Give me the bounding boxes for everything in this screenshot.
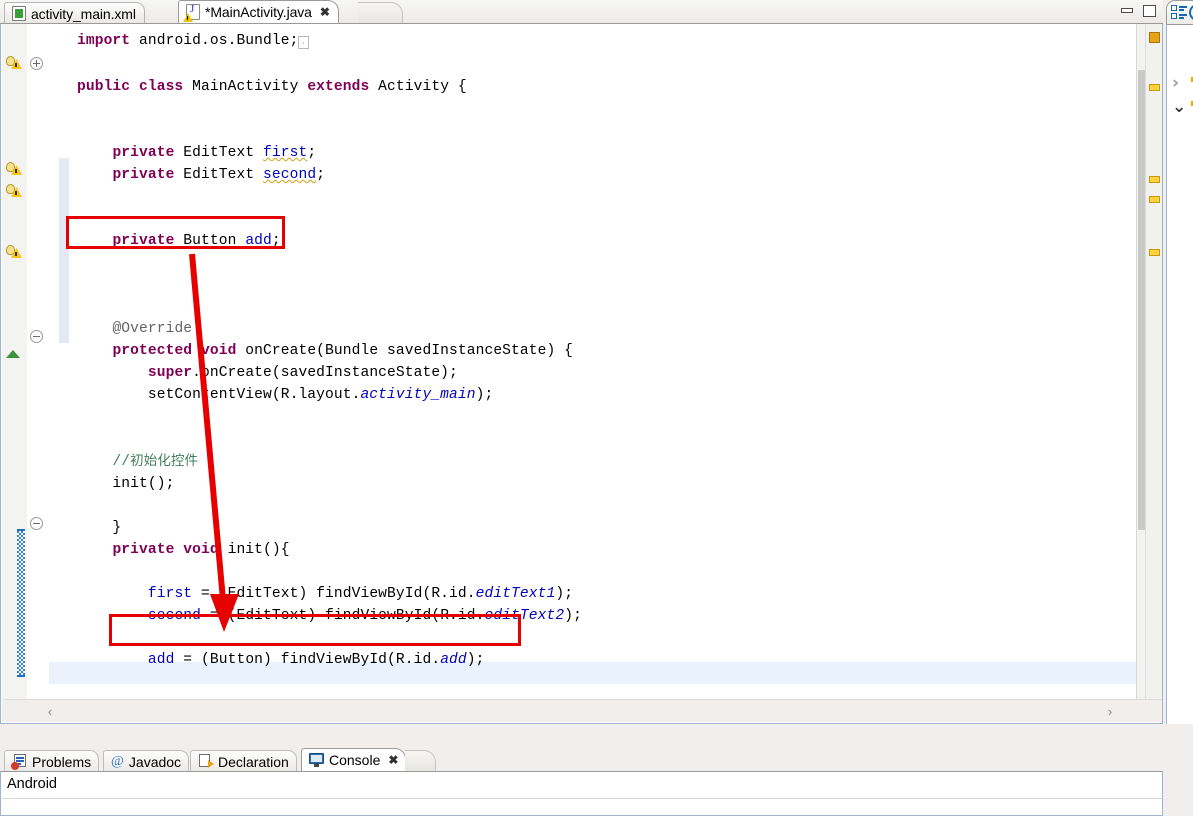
tab-javadoc[interactable]: @ Javadoc: [103, 750, 190, 772]
outline-view-icon: [1171, 5, 1187, 20]
fold-collapse-icon[interactable]: [30, 330, 43, 343]
tab-label: Javadoc: [128, 753, 182, 770]
bottom-right-trim: [1166, 748, 1193, 816]
editor-marker-ruler[interactable]: [2, 24, 28, 722]
close-icon[interactable]: ✖: [388, 753, 398, 767]
editor-window-buttons: [1120, 4, 1157, 18]
editor-tab-bar: activity_main.xml *MainActivity.java ✖: [0, 0, 1163, 25]
at-sign-icon: @: [111, 753, 124, 769]
fold-collapse-icon[interactable]: [30, 517, 43, 530]
tab-label: Problems: [32, 753, 92, 770]
bottom-tab-bar-trim: [405, 750, 436, 773]
overview-marker[interactable]: [1149, 196, 1160, 203]
tab-label: Declaration: [218, 753, 289, 770]
outline-view-body[interactable]: › ⌄: [1166, 24, 1193, 724]
tab-problems[interactable]: Problems: [4, 750, 100, 772]
chevron-down-icon[interactable]: ⌄: [1172, 97, 1186, 117]
close-icon[interactable]: ✖: [320, 5, 330, 19]
console-icon: [309, 753, 324, 767]
code-editor-surface[interactable]: import android.os.Bundle;. public class …: [49, 24, 1139, 722]
scroll-right-icon[interactable]: ›: [1102, 703, 1118, 719]
editor-tab-mainactivity-java[interactable]: *MainActivity.java ✖: [178, 0, 339, 24]
change-bar: [17, 529, 25, 677]
tab-label: Console: [329, 752, 381, 768]
console-divider: [2, 798, 1162, 799]
overview-marker[interactable]: [1149, 84, 1160, 91]
partial-icon: [1189, 4, 1193, 21]
chevron-right-icon[interactable]: ›: [1172, 73, 1179, 93]
source-code[interactable]: import android.os.Bundle;. public class …: [49, 24, 1139, 722]
minimize-icon[interactable]: [1120, 4, 1135, 18]
java-file-warning-icon: [183, 3, 200, 22]
outline-view-stack: › ⌄: [1166, 0, 1193, 748]
eclipse-workbench: activity_main.xml *MainActivity.java ✖: [0, 0, 1193, 816]
console-content: Android: [7, 776, 57, 792]
editor-folding-ruler[interactable]: [27, 24, 50, 722]
warning-quickfix-icon[interactable]: [6, 244, 22, 260]
bottom-view-stack: Problems @ Javadoc Declaration Console ✖: [0, 748, 1163, 816]
overview-marker[interactable]: [1149, 249, 1160, 256]
console-view-body[interactable]: Android: [0, 771, 1163, 816]
editor-tab-label: *MainActivity.java: [205, 4, 312, 20]
editor-horizontal-scrollbar[interactable]: ‹ ›: [2, 699, 1162, 722]
editor-vertical-scrollbar[interactable]: ∧ ∨: [1136, 24, 1162, 722]
maximize-icon[interactable]: [1142, 4, 1157, 18]
problems-icon: [11, 754, 27, 770]
up-triangle-marker: [6, 350, 20, 358]
xml-file-icon: [12, 6, 26, 21]
editor-body: import android.os.Bundle;. public class …: [0, 24, 1163, 724]
warning-overlay-icon: [183, 13, 193, 22]
overview-ruler[interactable]: [1145, 24, 1162, 722]
tab-console[interactable]: Console ✖: [301, 748, 407, 772]
warning-quickfix-icon[interactable]: [6, 183, 22, 199]
tab-declaration[interactable]: Declaration: [190, 750, 297, 772]
warning-quickfix-icon[interactable]: [6, 55, 22, 71]
bottom-tab-bar: Problems @ Javadoc Declaration Console ✖: [0, 748, 1163, 773]
editor-tab-activity-main-xml[interactable]: activity_main.xml: [4, 2, 145, 24]
declaration-icon: [198, 754, 214, 769]
editor-tab-label: activity_main.xml: [31, 5, 136, 22]
overview-marker[interactable]: [1149, 32, 1160, 43]
tab-bar-trim: [358, 2, 403, 25]
fold-expand-icon[interactable]: [30, 57, 43, 70]
overview-marker[interactable]: [1149, 176, 1160, 183]
tab-outline[interactable]: [1166, 0, 1193, 25]
scroll-left-icon[interactable]: ‹: [42, 703, 58, 719]
warning-quickfix-icon[interactable]: [6, 161, 22, 177]
editor-part: activity_main.xml *MainActivity.java ✖: [0, 0, 1163, 748]
